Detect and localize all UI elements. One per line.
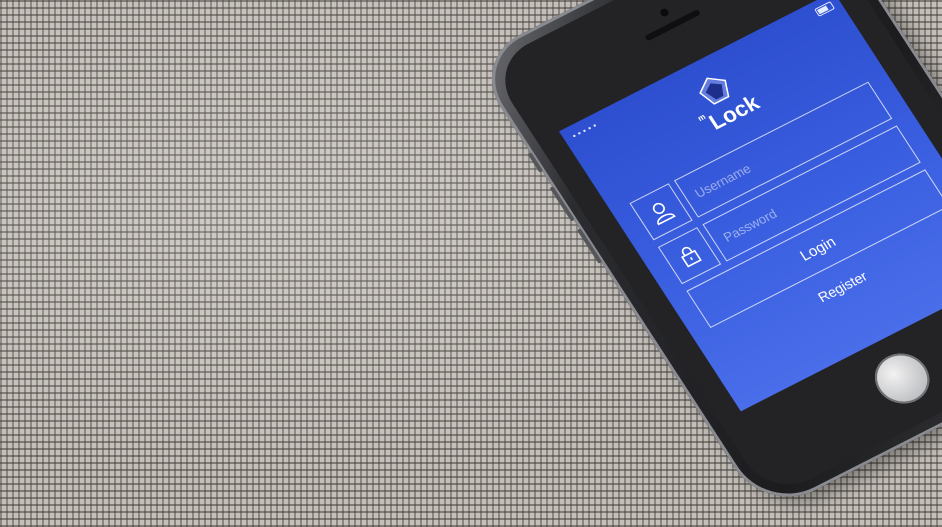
earpiece-speaker [644, 9, 702, 42]
phone-bezel: ••••• mLock Username Login Register [487, 0, 942, 500]
battery-icon [813, 0, 835, 17]
app-screen: ••••• mLock Username Login Register [559, 0, 942, 412]
signal-icon: ••••• [569, 120, 601, 141]
home-button[interactable] [864, 344, 940, 413]
fabric-background: ••••• mLock Username Login Register [0, 0, 942, 527]
front-camera [658, 7, 671, 18]
smartphone: ••••• mLock Username Login Register [470, 0, 942, 516]
mute-switch [527, 152, 544, 173]
phone-container: ••••• mLock Username Login Register [0, 0, 942, 527]
